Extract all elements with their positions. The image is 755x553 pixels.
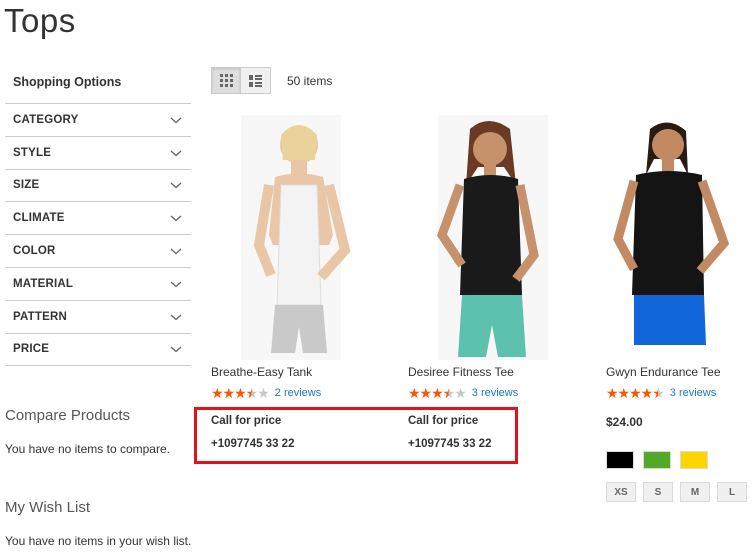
chevron-down-icon [170,117,182,124]
filter-label: PATTERN [13,310,67,323]
filter-category[interactable]: CATEGORY [5,104,191,137]
list-icon [249,74,262,87]
chevron-down-icon [170,248,182,255]
filter-size[interactable]: SIZE [5,170,191,203]
filter-list: CATEGORY STYLE SIZE CLIMATE COLOR MATERI… [5,103,191,367]
toolbar: 50 items [211,67,332,94]
product-image[interactable] [408,115,568,360]
filter-label: CATEGORY [13,113,79,126]
filter-color[interactable]: COLOR [5,235,191,268]
call-for-price-label: Call for price [408,415,479,427]
size-option[interactable]: M [680,482,710,502]
chevron-down-icon [170,346,182,353]
size-swatches: XS S M L [606,482,754,502]
rating-stars: ★★★★★ [408,385,467,401]
compare-empty-text: You have no items to compare. [5,442,170,456]
product-name[interactable]: Breathe-Easy Tank [211,365,312,379]
filter-label: STYLE [13,146,52,159]
product-rating: ★★★★★ 3 reviews [606,386,716,400]
wishlist-empty-text: You have no items in your wish list. [5,534,192,548]
chevron-down-icon [170,314,182,321]
swatch-yellow[interactable] [680,451,708,469]
chevron-down-icon [170,150,182,157]
reviews-link[interactable]: 2 reviews [275,387,321,399]
filter-label: PRICE [13,343,50,356]
product-item: Breathe-Easy Tank ★★★★★ 2 reviews [211,115,371,400]
rating-stars: ★★★★★ [606,385,665,401]
filter-label: MATERIAL [13,277,74,290]
product-name[interactable]: Desiree Fitness Tee [408,365,514,379]
page-title: Tops [4,2,76,39]
toolbar-amount: 50 items [287,73,333,88]
filter-pattern[interactable]: PATTERN [5,301,191,334]
chevron-down-icon [170,281,182,288]
grid-icon [219,74,233,87]
product-price: $24.00 [606,415,643,429]
chevron-down-icon [170,215,182,222]
filter-label: COLOR [13,245,56,258]
chevron-down-icon [170,183,182,189]
list-mode-button[interactable] [241,67,271,94]
filter-style[interactable]: STYLE [5,137,191,170]
filter-label: SIZE [13,179,40,192]
product-item: Desiree Fitness Tee ★★★★★ 3 reviews [408,115,568,400]
product-image[interactable] [594,115,754,360]
filter-price[interactable]: PRICE [5,334,191,367]
swatch-black[interactable] [606,451,634,469]
product-item: Gwyn Endurance Tee ★★★★★ 3 reviews [594,115,754,400]
reviews-link[interactable]: 3 reviews [472,387,518,399]
color-swatches [606,451,717,469]
compare-products-title: Compare Products [5,407,131,424]
rating-stars: ★★★★★ [211,385,270,401]
grid-mode-button[interactable] [211,67,241,94]
size-option[interactable]: S [643,482,673,502]
product-name[interactable]: Gwyn Endurance Tee [606,365,721,379]
swatch-green[interactable] [643,451,671,469]
filter-label: CLIMATE [13,212,65,225]
size-option[interactable]: L [717,482,747,502]
phone-number: +1097745 33 22 [211,438,295,450]
product-rating: ★★★★★ 3 reviews [408,386,518,400]
reviews-link[interactable]: 3 reviews [670,387,716,399]
wishlist-title: My Wish List [5,499,91,516]
shopping-options-title: Shopping Options [13,75,122,89]
filter-material[interactable]: MATERIAL [5,268,191,301]
product-rating: ★★★★★ 2 reviews [211,386,321,400]
product-image[interactable] [211,115,371,360]
call-for-price-label: Call for price [211,415,282,427]
filter-climate[interactable]: CLIMATE [5,202,191,236]
size-option[interactable]: XS [606,482,636,502]
phone-number: +1097745 33 22 [408,438,492,450]
sidebar: Shopping Options CATEGORY STYLE SIZE CLI… [5,66,191,367]
